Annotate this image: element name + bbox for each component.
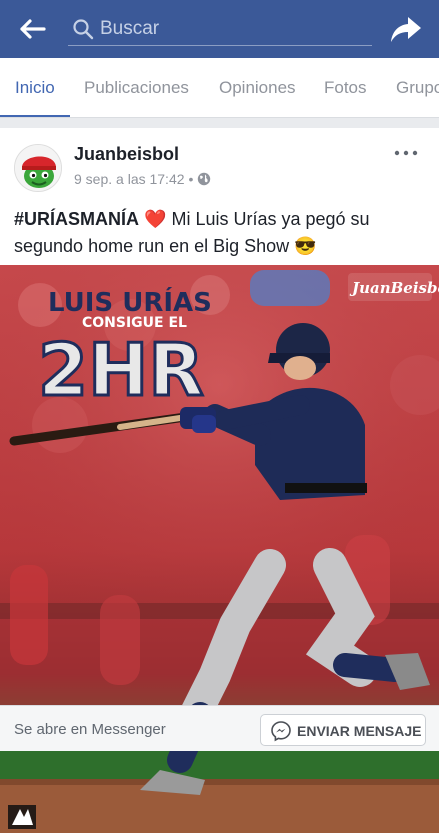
meta-separator: • bbox=[188, 171, 194, 187]
search-input[interactable] bbox=[100, 14, 368, 44]
arrow-left-icon bbox=[20, 19, 46, 39]
broadcaster-logo bbox=[8, 805, 36, 829]
ellipsis-icon bbox=[394, 150, 418, 156]
post-meta: 9 sep. a las 17:42 • bbox=[74, 171, 211, 187]
messenger-caption: Se abre en Messenger bbox=[14, 721, 166, 738]
messenger-icon bbox=[271, 721, 291, 742]
svg-text:JuanBeisbol: JuanBeisbol bbox=[349, 279, 439, 297]
sunglasses-emoji: 😎 bbox=[294, 236, 317, 256]
search-icon bbox=[73, 19, 94, 40]
tab-publicaciones[interactable]: Publicaciones bbox=[84, 58, 189, 117]
tab-opiniones[interactable]: Opiniones bbox=[219, 58, 296, 117]
post-timestamp[interactable]: 9 sep. a las 17:42 bbox=[74, 171, 185, 187]
tab-grupos[interactable]: Grupo bbox=[396, 58, 439, 117]
top-bar bbox=[0, 0, 439, 58]
photo-headline: LUIS URÍAS bbox=[48, 286, 212, 318]
photo-big-text: 2HR bbox=[38, 328, 204, 412]
search-bar[interactable] bbox=[66, 12, 374, 46]
page-tabs: Inicio Publicaciones Opiniones Fotos Gru… bbox=[0, 58, 439, 118]
post-author[interactable]: Juanbeisbol bbox=[74, 144, 179, 165]
tab-inicio[interactable]: Inicio bbox=[15, 58, 55, 117]
post-card: Juanbeisbol 9 sep. a las 17:42 • #URÍASM… bbox=[0, 128, 439, 833]
mascot-avatar-icon bbox=[15, 145, 61, 191]
search-underline bbox=[68, 45, 372, 46]
back-button[interactable] bbox=[16, 14, 52, 44]
active-tab-indicator bbox=[0, 115, 70, 117]
share-arrow-icon bbox=[391, 17, 421, 42]
post-text: #URÍASMANÍA ❤️ Mi Luis Urías ya pegó su … bbox=[14, 206, 429, 260]
tab-fotos[interactable]: Fotos bbox=[324, 58, 367, 117]
hashtag-link[interactable]: #URÍASMANÍA bbox=[14, 209, 139, 229]
share-button[interactable] bbox=[388, 12, 424, 46]
juanbeisbol-logo: JuanBeisbol bbox=[348, 273, 439, 301]
avatar[interactable] bbox=[14, 144, 62, 192]
more-options-button[interactable] bbox=[393, 146, 419, 160]
send-message-label: ENVIAR MENSAJE bbox=[297, 723, 422, 739]
send-message-button[interactable]: ENVIAR MENSAJE bbox=[260, 714, 426, 746]
messenger-bar: Se abre en Messenger ENVIAR MENSAJE bbox=[0, 705, 439, 751]
globe-icon bbox=[198, 172, 211, 186]
heart-emoji: ❤️ bbox=[144, 209, 167, 229]
